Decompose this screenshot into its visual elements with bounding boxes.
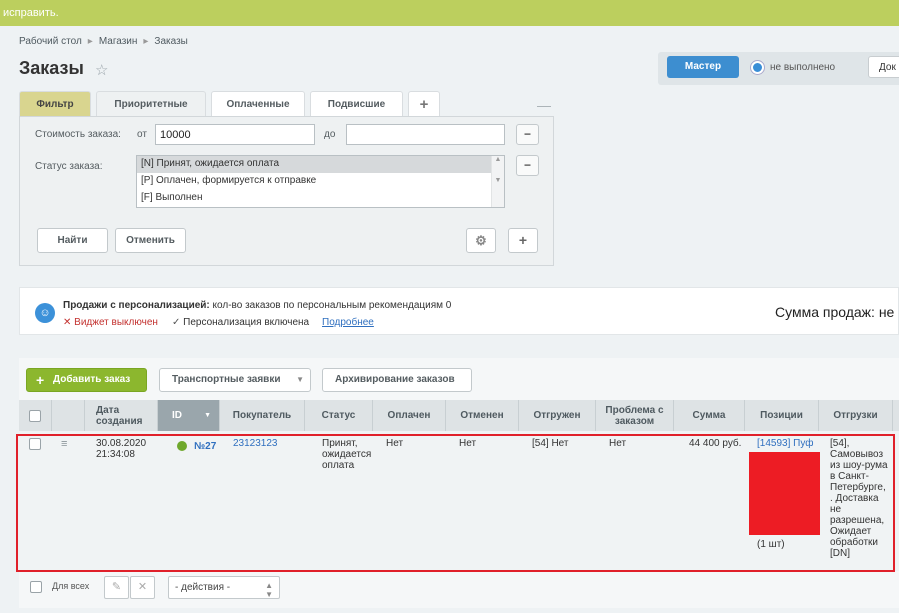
breadcrumb: Рабочий стол ▸ Магазин ▸ Заказы (19, 36, 188, 47)
status-option[interactable]: [P] Оплачен, формируется к отправке (137, 173, 504, 190)
col-sum[interactable]: Сумма (674, 400, 745, 431)
breadcrumb-separator: ▸ (87, 36, 93, 47)
collapse-filter-icon[interactable]: — (537, 97, 551, 113)
status-label: Статус заказа: (35, 161, 103, 172)
personalization-on-status: ✓ Персонализация включена (172, 317, 309, 328)
highlight-frame (16, 434, 895, 572)
col-shipments[interactable]: Отгрузки (819, 400, 893, 431)
add-filter-field-icon[interactable]: + (508, 228, 538, 253)
plus-icon: + (36, 372, 45, 388)
personalization-title: Продажи с персонализацией: кол-во заказо… (63, 300, 451, 311)
add-order-button[interactable]: + Добавить заказ (26, 368, 147, 392)
page-title: Заказы (19, 58, 84, 78)
for-all-checkbox[interactable] (30, 581, 42, 593)
col-buyer[interactable]: Покупатель (220, 400, 305, 431)
star-icon[interactable]: ☆ (95, 61, 108, 79)
cross-icon: ✕ (63, 317, 75, 328)
sales-sum-text: Сумма продаж: не (775, 304, 895, 320)
menu-column-header (52, 400, 85, 431)
widget-off-text: Виджет выключен (74, 317, 158, 328)
col-status[interactable]: Статус (305, 400, 373, 431)
more-link[interactable]: Подробнее (322, 317, 374, 328)
personalization-title-bold: Продажи с персонализацией: (63, 300, 210, 311)
sort-desc-icon: ▼ (204, 412, 211, 419)
notice-text: исправить. (3, 7, 59, 19)
col-id-label: ID (172, 410, 182, 421)
transport-label: Транспортные заявки (172, 374, 281, 385)
tab-paid[interactable]: Оплаченные (211, 91, 305, 116)
status-option[interactable]: [F] Выполнен (137, 190, 504, 207)
select-arrows-icon: ▲ ▼ (265, 581, 273, 599)
transport-requests-button[interactable]: Транспортные заявки ▼ (159, 368, 311, 392)
check-icon: ✓ (172, 317, 184, 328)
status-listbox[interactable]: [N] Принят, ожидается оплата [P] Оплачен… (136, 155, 505, 208)
add-tab-icon[interactable]: + (408, 91, 440, 116)
col-shipped[interactable]: Отгружен (519, 400, 596, 431)
breadcrumb-item-orders[interactable]: Заказы (154, 36, 187, 47)
tab-filter[interactable]: Фильтр (19, 91, 91, 116)
breadcrumb-item-shop[interactable]: Магазин (99, 36, 138, 47)
settings-gear-icon[interactable]: ⚙ (466, 228, 496, 253)
remove-status-filter-button[interactable]: − (516, 155, 539, 176)
price-label: Стоимость заказа: (35, 129, 121, 140)
delete-cross-icon[interactable]: ✕ (130, 576, 155, 599)
actions-select-value: - действия - (175, 582, 231, 593)
price-from-input[interactable] (155, 124, 315, 145)
col-canceled[interactable]: Отменен (446, 400, 519, 431)
archive-orders-button[interactable]: Архивирование заказов (322, 368, 472, 392)
widget-off-status: ✕ Виджет выключен (63, 317, 158, 328)
to-label: до (324, 129, 336, 140)
col-positions[interactable]: Позиции (745, 400, 819, 431)
breadcrumb-separator: ▸ (143, 36, 149, 47)
col-problem[interactable]: Проблема с заказом (596, 400, 674, 431)
breadcrumb-item-desktop[interactable]: Рабочий стол (19, 36, 82, 47)
for-all-label: Для всех (52, 581, 90, 591)
select-all-checkbox[interactable] (29, 409, 41, 422)
personalization-icon: ☺ (35, 303, 55, 323)
cancel-button[interactable]: Отменить (115, 228, 186, 253)
status-option[interactable]: [N] Принят, ожидается оплата (137, 156, 504, 173)
chevron-down-icon: ▼ (296, 375, 304, 384)
doc-button[interactable]: Док (868, 56, 899, 78)
select-all-header (19, 400, 52, 431)
notice-bar: исправить. (0, 0, 899, 26)
filter-tabs: Фильтр Приоритетные Оплаченные Подвисшие… (19, 91, 440, 116)
personalization-title-rest: кол-во заказов по персональным рекоменда… (209, 300, 452, 311)
price-to-input[interactable] (346, 124, 505, 145)
master-status-text: не выполнено (770, 62, 836, 73)
col-date[interactable]: Дата создания (85, 400, 158, 431)
status-dot-icon (751, 61, 764, 74)
col-paid[interactable]: Оплачен (373, 400, 446, 431)
from-label: от (137, 129, 147, 140)
listbox-scrollbar[interactable]: ▲ ▼ (491, 156, 504, 207)
find-button[interactable]: Найти (37, 228, 108, 253)
add-order-label: Добавить заказ (53, 374, 131, 385)
edit-pencil-icon[interactable]: ✎ (104, 576, 129, 599)
tab-stuck[interactable]: Подвисшие (310, 91, 403, 116)
tab-priority[interactable]: Приоритетные (96, 91, 206, 116)
personalization-on-text: Персонализация включена (183, 317, 310, 328)
col-id[interactable]: ID ▼ (158, 400, 220, 431)
master-button[interactable]: Мастер (667, 56, 739, 78)
remove-price-filter-button[interactable]: − (516, 124, 539, 145)
actions-select[interactable]: - действия - ▲ ▼ (168, 576, 280, 599)
